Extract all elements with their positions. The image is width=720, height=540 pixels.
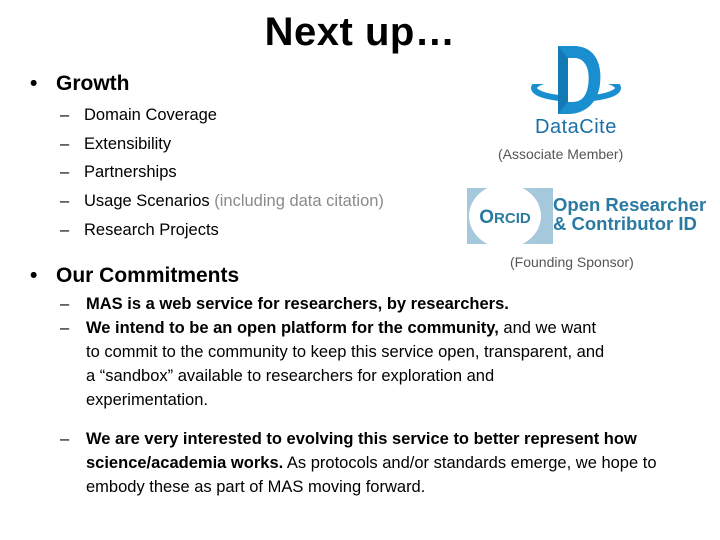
datacite-logo-icon <box>530 46 622 114</box>
dash: – <box>60 163 70 181</box>
dash: – <box>60 106 70 124</box>
dash: – <box>60 295 70 313</box>
datacite-wordmark: DataCite <box>535 116 617 139</box>
dash: – <box>60 319 70 337</box>
commitments-heading: Our Commitments <box>56 264 240 287</box>
svg-text:ORCID: ORCID <box>479 207 531 228</box>
item-text: Extensibility <box>84 135 172 153</box>
item-text: Usage Scenarios <box>84 192 210 210</box>
item-text: Research Projects <box>84 221 219 239</box>
commitment-bold: We intend to be an open platform for the… <box>86 319 499 337</box>
dash: – <box>60 430 70 448</box>
item-text: Partnerships <box>84 163 177 181</box>
dash: – <box>60 192 70 210</box>
item-note: (including data citation) <box>209 192 384 210</box>
dash: – <box>60 221 70 239</box>
orcid-wordmark: Open Researcher & Contributor ID <box>553 195 706 233</box>
bullet: • <box>30 264 38 287</box>
orcid-line1: Open Researcher <box>553 194 707 215</box>
growth-heading: Growth <box>56 72 130 95</box>
orcid-logo-icon: ORCID <box>463 186 553 246</box>
datacite-word-data: Data <box>535 116 580 138</box>
bullet: • <box>30 72 38 95</box>
datacite-caption: (Associate Member) <box>498 146 624 162</box>
orcid-line2: & Contributor ID <box>553 213 697 234</box>
commitment-bold: MAS is a web service for researchers, by… <box>86 295 509 313</box>
orcid-caption: (Founding Sponsor) <box>510 254 634 270</box>
datacite-word-cite: Cite <box>579 116 617 138</box>
dash: – <box>60 135 70 153</box>
item-text: Domain Coverage <box>84 106 217 124</box>
